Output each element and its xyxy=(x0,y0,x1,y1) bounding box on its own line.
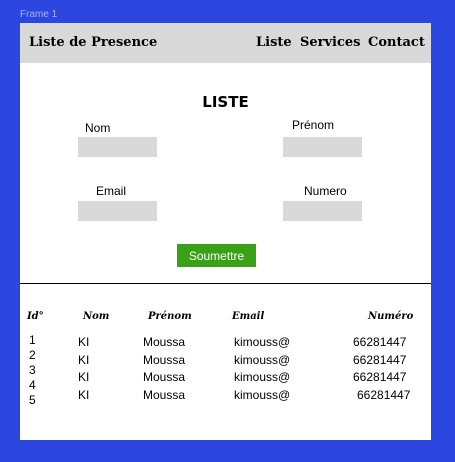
cell-numero: 66281447 xyxy=(357,388,411,402)
row-id: 5 xyxy=(29,393,36,407)
page-frame: Liste de Presence Liste Services Contact… xyxy=(20,23,431,440)
cell-numero: 66281447 xyxy=(353,335,407,349)
cell-email: kimouss@ xyxy=(234,335,291,349)
table-header-numero: Numéro xyxy=(368,311,414,322)
table-header-id: Id° xyxy=(27,311,44,322)
cell-nom: KI xyxy=(78,353,90,367)
cell-prenom: Moussa xyxy=(143,353,186,367)
navbar: Liste de Presence Liste Services Contact xyxy=(20,23,431,63)
table-header-email: Email xyxy=(232,311,265,322)
numero-input[interactable] xyxy=(283,201,362,221)
cell-nom: KI xyxy=(78,370,90,384)
nom-input[interactable] xyxy=(78,137,157,157)
row-id: 3 xyxy=(29,363,36,377)
cell-email: kimouss@ xyxy=(234,353,291,367)
nav-link-liste[interactable]: Liste xyxy=(256,35,292,50)
cell-nom: KI xyxy=(78,335,90,349)
table-header-nom: Nom xyxy=(83,311,110,322)
prenom-label: Prénom xyxy=(292,118,335,132)
prenom-input[interactable] xyxy=(283,137,362,157)
cell-email: kimouss@ xyxy=(234,388,291,402)
table-header-prenom: Prénom xyxy=(148,311,192,322)
nom-label: Nom xyxy=(85,121,111,135)
row-id: 4 xyxy=(29,378,36,392)
cell-numero: 66281447 xyxy=(353,353,407,367)
numero-label: Numero xyxy=(304,184,347,198)
section-divider xyxy=(20,283,431,284)
brand-title: Liste de Presence xyxy=(29,35,158,50)
cell-prenom: Moussa xyxy=(143,388,186,402)
row-id: 1 xyxy=(29,333,36,347)
cell-prenom: Moussa xyxy=(143,370,186,384)
form-title: LISTE xyxy=(202,93,249,111)
nav-link-services[interactable]: Services xyxy=(300,35,361,50)
cell-email: kimouss@ xyxy=(234,370,291,384)
cell-prenom: Moussa xyxy=(143,335,186,349)
email-input[interactable] xyxy=(78,201,157,221)
submit-button[interactable]: Soumettre xyxy=(177,244,256,267)
nav-link-contact[interactable]: Contact xyxy=(368,35,425,50)
cell-numero: 66281447 xyxy=(353,370,407,384)
row-id: 2 xyxy=(29,348,36,362)
email-label: Email xyxy=(96,184,127,198)
cell-nom: KI xyxy=(78,388,90,402)
frame-label: Frame 1 xyxy=(20,9,58,20)
